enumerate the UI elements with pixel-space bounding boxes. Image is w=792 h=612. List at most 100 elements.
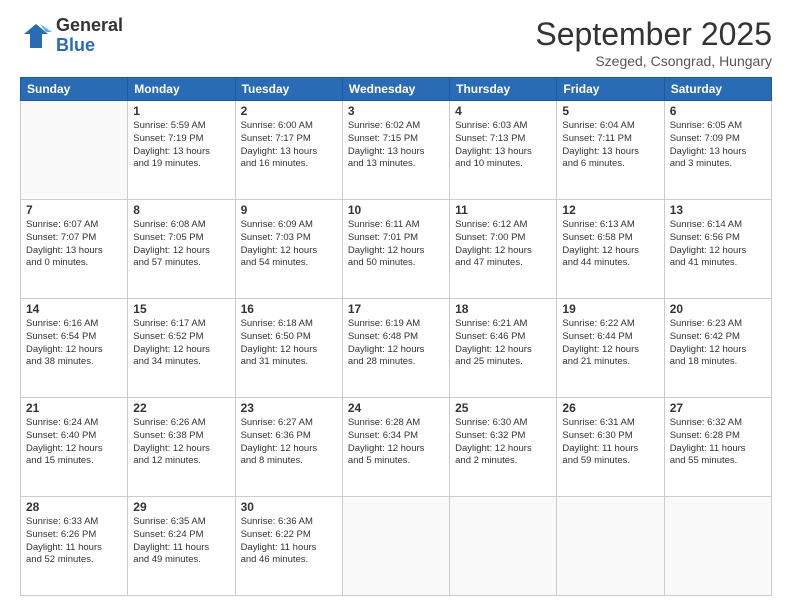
day-info: Sunrise: 5:59 AM Sunset: 7:19 PM Dayligh… xyxy=(133,120,229,171)
calendar-week-row: 1 Sunrise: 5:59 AM Sunset: 7:19 PM Daylig… xyxy=(21,101,772,200)
calendar-week-row: 14 Sunrise: 6:16 AM Sunset: 6:54 PM Dayli… xyxy=(21,299,772,398)
header: General Blue September 2025 Szeged, Cson… xyxy=(20,16,772,69)
calendar-cell xyxy=(664,497,771,596)
calendar-cell: 6Sunrise: 6:05 AM Sunset: 7:09 PM Daylig… xyxy=(664,101,771,200)
col-saturday: Saturday xyxy=(664,78,771,101)
day-info: Sunrise: 6:12 AM Sunset: 7:00 PM Dayligh… xyxy=(455,219,551,270)
day-info: Sunrise: 6:16 AM Sunset: 6:54 PM Dayligh… xyxy=(26,318,122,369)
day-number: 24 xyxy=(348,401,444,415)
calendar-cell xyxy=(450,497,557,596)
day-number: 23 xyxy=(241,401,337,415)
col-monday: Monday xyxy=(128,78,235,101)
day-info: Sunrise: 6:11 AM Sunset: 7:01 PM Dayligh… xyxy=(348,219,444,270)
day-number: 14 xyxy=(26,302,122,316)
day-number: 10 xyxy=(348,203,444,217)
calendar-cell: 23 Sunrise: 6:27 AM Sunset: 6:36 PM Dayli… xyxy=(235,398,342,497)
col-thursday: Thursday xyxy=(450,78,557,101)
day-info: Sunrise: 6:24 AM Sunset: 6:40 PM Dayligh… xyxy=(26,417,122,468)
col-friday: Friday xyxy=(557,78,664,101)
day-info: Sunrise: 6:30 AM Sunset: 6:32 PM Dayligh… xyxy=(455,417,551,468)
calendar-week-row: 28 Sunrise: 6:33 AM Sunset: 6:26 PM Dayli… xyxy=(21,497,772,596)
calendar-cell: 30 Sunrise: 6:36 AM Sunset: 6:22 PM Dayli… xyxy=(235,497,342,596)
day-info: Sunrise: 6:31 AM Sunset: 6:30 PM Dayligh… xyxy=(562,417,658,468)
calendar-cell: 11 Sunrise: 6:12 AM Sunset: 7:00 PM Dayli… xyxy=(450,200,557,299)
day-number: 28 xyxy=(26,500,122,514)
day-number: 11 xyxy=(455,203,551,217)
day-info: Sunrise: 6:27 AM Sunset: 6:36 PM Dayligh… xyxy=(241,417,337,468)
calendar-cell: 5Sunrise: 6:04 AM Sunset: 7:11 PM Daylig… xyxy=(557,101,664,200)
day-number: 16 xyxy=(241,302,337,316)
day-number: 13 xyxy=(670,203,766,217)
day-info: Sunrise: 6:04 AM Sunset: 7:11 PM Dayligh… xyxy=(562,120,658,171)
col-sunday: Sunday xyxy=(21,78,128,101)
day-info: Sunrise: 6:17 AM Sunset: 6:52 PM Dayligh… xyxy=(133,318,229,369)
day-number: 2 xyxy=(241,104,337,118)
calendar-cell: 22Sunrise: 6:26 AM Sunset: 6:38 PM Dayli… xyxy=(128,398,235,497)
calendar-cell: 29 Sunrise: 6:35 AM Sunset: 6:24 PM Dayli… xyxy=(128,497,235,596)
calendar-cell xyxy=(21,101,128,200)
calendar-cell: 3Sunrise: 6:02 AM Sunset: 7:15 PM Daylig… xyxy=(342,101,449,200)
day-number: 8 xyxy=(133,203,229,217)
day-info: Sunrise: 6:21 AM Sunset: 6:46 PM Dayligh… xyxy=(455,318,551,369)
calendar-cell: 26 Sunrise: 6:31 AM Sunset: 6:30 PM Dayli… xyxy=(557,398,664,497)
day-number: 19 xyxy=(562,302,658,316)
col-tuesday: Tuesday xyxy=(235,78,342,101)
calendar-cell: 24 Sunrise: 6:28 AM Sunset: 6:34 PM Dayli… xyxy=(342,398,449,497)
col-wednesday: Wednesday xyxy=(342,78,449,101)
calendar: Sunday Monday Tuesday Wednesday Thursday… xyxy=(20,77,772,596)
day-number: 18 xyxy=(455,302,551,316)
title-block: September 2025 Szeged, Csongrad, Hungary xyxy=(535,16,772,69)
day-number: 1 xyxy=(133,104,229,118)
day-number: 17 xyxy=(348,302,444,316)
day-info: Sunrise: 6:03 AM Sunset: 7:13 PM Dayligh… xyxy=(455,120,551,171)
calendar-week-row: 21 Sunrise: 6:24 AM Sunset: 6:40 PM Dayli… xyxy=(21,398,772,497)
day-number: 4 xyxy=(455,104,551,118)
calendar-cell: 27 Sunrise: 6:32 AM Sunset: 6:28 PM Dayli… xyxy=(664,398,771,497)
calendar-cell: 28 Sunrise: 6:33 AM Sunset: 6:26 PM Dayli… xyxy=(21,497,128,596)
calendar-cell: 25Sunrise: 6:30 AM Sunset: 6:32 PM Dayli… xyxy=(450,398,557,497)
day-info: Sunrise: 6:35 AM Sunset: 6:24 PM Dayligh… xyxy=(133,516,229,567)
calendar-week-row: 7Sunrise: 6:07 AM Sunset: 7:07 PM Daylig… xyxy=(21,200,772,299)
day-number: 6 xyxy=(670,104,766,118)
month-title: September 2025 xyxy=(535,16,772,53)
logo-general: General xyxy=(56,16,123,36)
day-info: Sunrise: 6:33 AM Sunset: 6:26 PM Dayligh… xyxy=(26,516,122,567)
day-info: Sunrise: 6:26 AM Sunset: 6:38 PM Dayligh… xyxy=(133,417,229,468)
day-info: Sunrise: 6:36 AM Sunset: 6:22 PM Dayligh… xyxy=(241,516,337,567)
calendar-cell: 9 Sunrise: 6:09 AM Sunset: 7:03 PM Daylig… xyxy=(235,200,342,299)
calendar-cell xyxy=(342,497,449,596)
day-number: 20 xyxy=(670,302,766,316)
calendar-cell: 13 Sunrise: 6:14 AM Sunset: 6:56 PM Dayli… xyxy=(664,200,771,299)
day-info: Sunrise: 6:09 AM Sunset: 7:03 PM Dayligh… xyxy=(241,219,337,270)
logo: General Blue xyxy=(20,16,123,56)
day-info: Sunrise: 6:32 AM Sunset: 6:28 PM Dayligh… xyxy=(670,417,766,468)
day-number: 21 xyxy=(26,401,122,415)
location-subtitle: Szeged, Csongrad, Hungary xyxy=(535,53,772,69)
day-number: 3 xyxy=(348,104,444,118)
day-info: Sunrise: 6:14 AM Sunset: 6:56 PM Dayligh… xyxy=(670,219,766,270)
calendar-cell xyxy=(557,497,664,596)
calendar-cell: 20 Sunrise: 6:23 AM Sunset: 6:42 PM Dayli… xyxy=(664,299,771,398)
calendar-cell: 21 Sunrise: 6:24 AM Sunset: 6:40 PM Dayli… xyxy=(21,398,128,497)
day-info: Sunrise: 6:13 AM Sunset: 6:58 PM Dayligh… xyxy=(562,219,658,270)
day-info: Sunrise: 6:28 AM Sunset: 6:34 PM Dayligh… xyxy=(348,417,444,468)
calendar-cell: 12 Sunrise: 6:13 AM Sunset: 6:58 PM Dayli… xyxy=(557,200,664,299)
day-number: 7 xyxy=(26,203,122,217)
day-info: Sunrise: 6:00 AM Sunset: 7:17 PM Dayligh… xyxy=(241,120,337,171)
day-number: 29 xyxy=(133,500,229,514)
day-number: 12 xyxy=(562,203,658,217)
calendar-cell: 1 Sunrise: 5:59 AM Sunset: 7:19 PM Daylig… xyxy=(128,101,235,200)
calendar-cell: 7Sunrise: 6:07 AM Sunset: 7:07 PM Daylig… xyxy=(21,200,128,299)
calendar-cell: 14 Sunrise: 6:16 AM Sunset: 6:54 PM Dayli… xyxy=(21,299,128,398)
calendar-header-row: Sunday Monday Tuesday Wednesday Thursday… xyxy=(21,78,772,101)
day-number: 30 xyxy=(241,500,337,514)
logo-text: General Blue xyxy=(56,16,123,56)
calendar-cell: 8Sunrise: 6:08 AM Sunset: 7:05 PM Daylig… xyxy=(128,200,235,299)
day-info: Sunrise: 6:19 AM Sunset: 6:48 PM Dayligh… xyxy=(348,318,444,369)
day-info: Sunrise: 6:23 AM Sunset: 6:42 PM Dayligh… xyxy=(670,318,766,369)
logo-icon xyxy=(20,20,52,52)
day-number: 27 xyxy=(670,401,766,415)
calendar-cell: 15Sunrise: 6:17 AM Sunset: 6:52 PM Dayli… xyxy=(128,299,235,398)
day-number: 26 xyxy=(562,401,658,415)
day-number: 9 xyxy=(241,203,337,217)
